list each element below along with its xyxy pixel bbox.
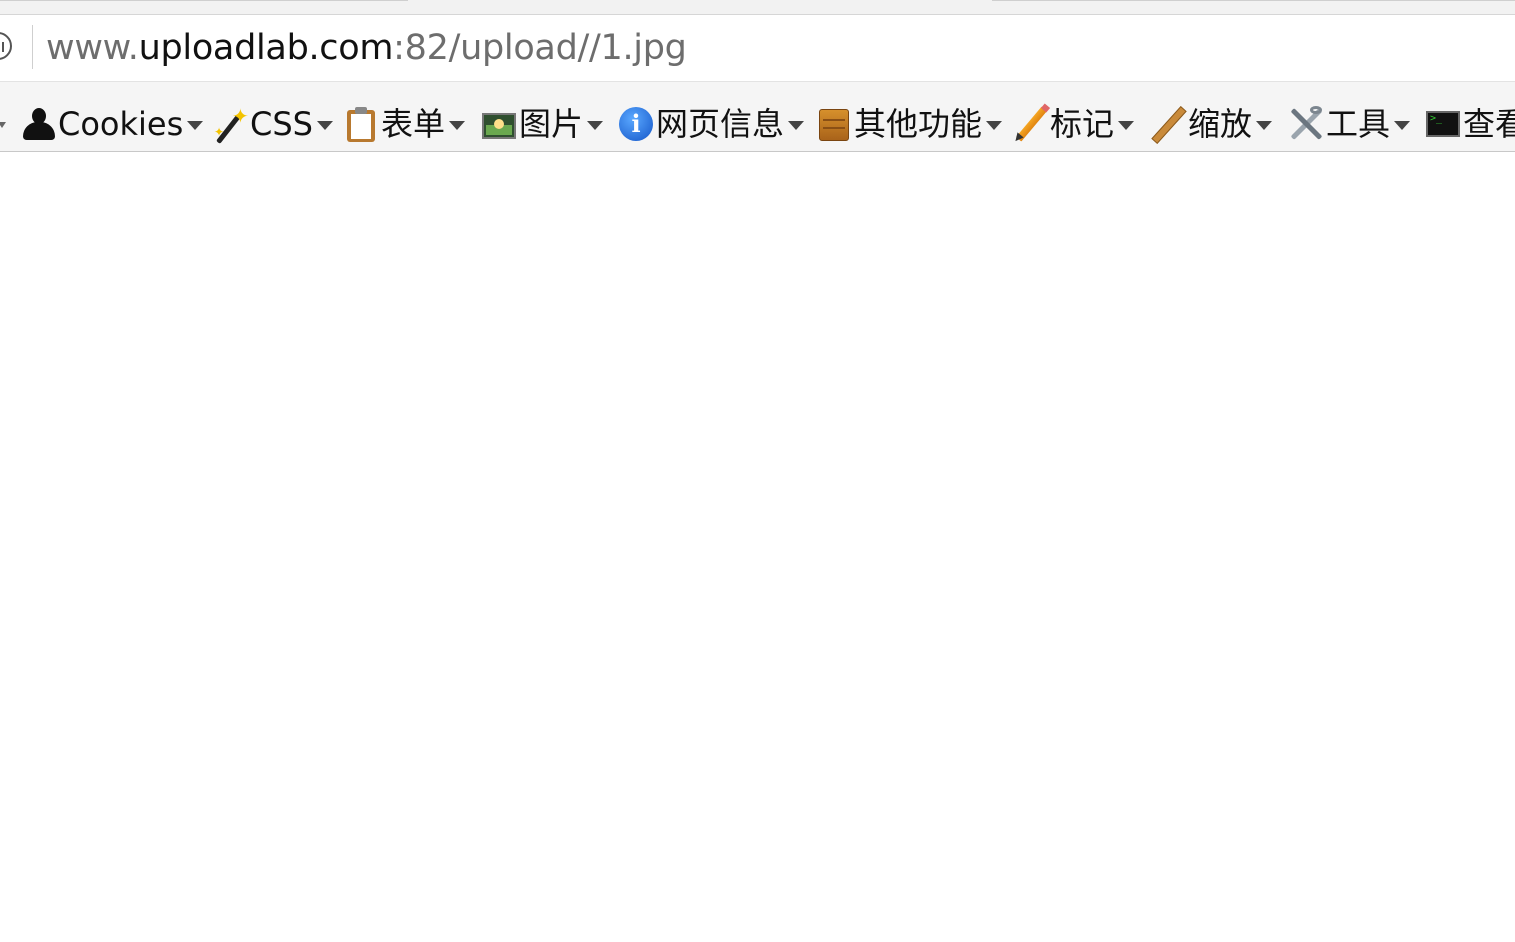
extension-toolbar: Cookies ✦✦ CSS 表单 图片 i 网页信息 其他功能 标记 缩放: [0, 82, 1515, 152]
toolbar-item-misc[interactable]: 其他功能: [816, 102, 1003, 146]
toolbar-item-resize[interactable]: 缩放: [1150, 102, 1273, 146]
toolbar-item-label: 图片: [519, 105, 584, 143]
toolbar-item-page-info[interactable]: i 网页信息: [618, 102, 805, 146]
overflow-caret-icon[interactable]: [0, 122, 6, 128]
toolbar-item-cookies[interactable]: Cookies: [20, 102, 204, 146]
info-icon: i: [618, 106, 654, 142]
box-icon: [816, 106, 852, 142]
terminal-icon: >_: [1425, 106, 1461, 142]
toolbar-item-images[interactable]: 图片: [481, 102, 604, 146]
url-input[interactable]: www.uploadlab.com:82/upload//1.jpg: [46, 28, 687, 68]
tools-icon: [1288, 106, 1324, 142]
clipboard-icon: [343, 106, 379, 142]
user-icon: [20, 106, 56, 142]
url-prefix: www.: [46, 28, 139, 68]
tab-strip: [0, 0, 1515, 15]
toolbar-item-tools[interactable]: 工具: [1288, 102, 1411, 146]
chevron-down-icon: [587, 120, 604, 130]
chevron-down-icon: [449, 120, 466, 130]
chevron-down-icon: [187, 120, 204, 130]
toolbar-item-label: 网页信息: [656, 105, 785, 143]
address-bar-separator: [32, 25, 33, 69]
toolbar-item-label: Cookies: [58, 105, 184, 143]
url-path: :82/upload//1.jpg: [393, 28, 687, 68]
magic-wand-icon: ✦ ✦: [212, 106, 249, 144]
toolbar-item-outline[interactable]: 标记: [1012, 102, 1135, 146]
address-bar[interactable]: www.uploadlab.com:82/upload//1.jpg: [0, 15, 1515, 82]
page-content: [0, 152, 1515, 942]
chevron-down-icon: [316, 120, 333, 130]
url-domain: uploadlab.com: [138, 28, 394, 68]
toolbar-item-label: CSS: [250, 105, 313, 143]
toolbar-item-forms[interactable]: 表单: [343, 102, 466, 146]
toolbar-item-label: 工具: [1326, 105, 1391, 143]
chevron-down-icon: [1118, 120, 1135, 130]
tab-edge: [0, 0, 408, 1]
chevron-down-icon: [1256, 120, 1273, 130]
chevron-down-icon: [788, 120, 805, 130]
toolbar-item-view-source[interactable]: >_ 查看: [1425, 102, 1515, 146]
chevron-down-icon: [986, 120, 1003, 130]
toolbar-item-css[interactable]: ✦ ✦ CSS: [212, 102, 333, 146]
toolbar-item-label: 缩放: [1188, 105, 1253, 143]
ruler-icon: [1150, 105, 1187, 145]
toolbar-item-label: 其他功能: [854, 105, 983, 143]
toolbar-item-label: 表单: [381, 105, 446, 143]
chevron-down-icon: [1394, 120, 1411, 130]
image-icon: [481, 106, 517, 142]
site-info-icon[interactable]: [0, 32, 12, 60]
pencil-icon: [1012, 103, 1051, 144]
toolbar-item-label: 查看: [1463, 105, 1515, 143]
toolbar-item-label: 标记: [1050, 105, 1115, 143]
tab-edge: [992, 0, 1515, 1]
